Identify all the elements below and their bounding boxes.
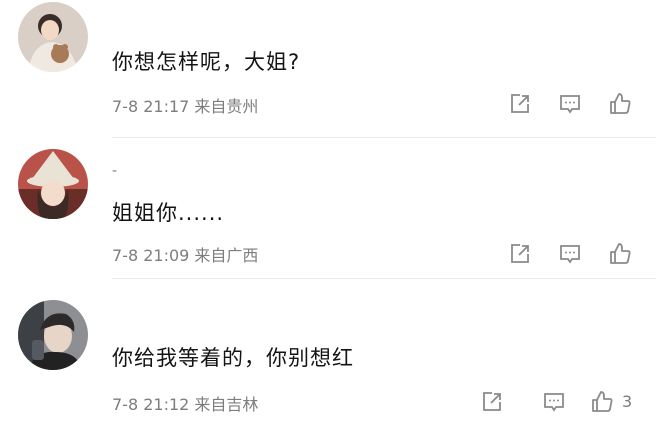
username[interactable]: -: [112, 163, 117, 179]
comment-time: 7-8 21:12: [112, 395, 190, 414]
avatar[interactable]: [18, 300, 88, 370]
comment-icon: [560, 95, 580, 114]
share-button[interactable]: [474, 384, 510, 420]
comment-time: 7-8 21:17: [112, 97, 190, 116]
comment-item: 你想怎样呢，大姐? 7-8 21:17 来自贵州: [0, 0, 656, 140]
share-icon: [483, 392, 501, 411]
like-count: 3: [622, 392, 633, 411]
comment-text: 你给我等着的，你别想红: [112, 346, 354, 370]
comment-actions: [502, 236, 642, 272]
comment-meta: 7-8 21:09 来自广西: [112, 242, 258, 266]
thumbs-up-icon: [610, 243, 631, 264]
comment-actions: [502, 86, 642, 122]
thumbs-up-icon: [592, 391, 613, 412]
comment-meta: 7-8 21:17 来自贵州: [112, 93, 258, 117]
reply-button[interactable]: [552, 236, 588, 272]
avatar-image: [18, 149, 88, 219]
thumbs-up-icon: [610, 93, 631, 114]
like-button[interactable]: [602, 236, 638, 272]
avatar[interactable]: [18, 149, 88, 219]
comment-item: - 姐姐你...... 7-8 21:09 来自广西: [0, 141, 656, 281]
comment-location: 来自贵州: [194, 97, 259, 116]
share-button[interactable]: [502, 236, 538, 272]
comment-list: 你想怎样呢，大姐? 7-8 21:17 来自贵州 - 姐姐你...... 7-8…: [0, 0, 656, 429]
share-button[interactable]: [502, 86, 538, 122]
divider: [112, 278, 656, 279]
comment-text: 姐姐你......: [112, 201, 225, 225]
share-icon: [511, 94, 529, 113]
like-button[interactable]: [602, 86, 638, 122]
avatar[interactable]: [18, 2, 88, 72]
comment-item: 你给我等着的，你别想红 7-8 21:12 来自吉林 3: [0, 282, 656, 422]
divider: [112, 137, 656, 138]
comment-location: 来自广西: [194, 246, 259, 265]
avatar-image: [18, 300, 88, 370]
avatar-image: [18, 2, 88, 72]
comment-meta: 7-8 21:12 来自吉林: [112, 391, 258, 415]
like-button[interactable]: [584, 384, 620, 420]
comment-actions: 3: [474, 384, 642, 420]
reply-button[interactable]: [536, 384, 572, 420]
comment-text: 你想怎样呢，大姐?: [112, 50, 301, 74]
comment-time: 7-8 21:09: [112, 246, 190, 265]
comment-icon: [544, 393, 564, 412]
comment-icon: [560, 245, 580, 264]
reply-button[interactable]: [552, 86, 588, 122]
share-icon: [511, 244, 529, 263]
comment-location: 来自吉林: [194, 395, 259, 414]
